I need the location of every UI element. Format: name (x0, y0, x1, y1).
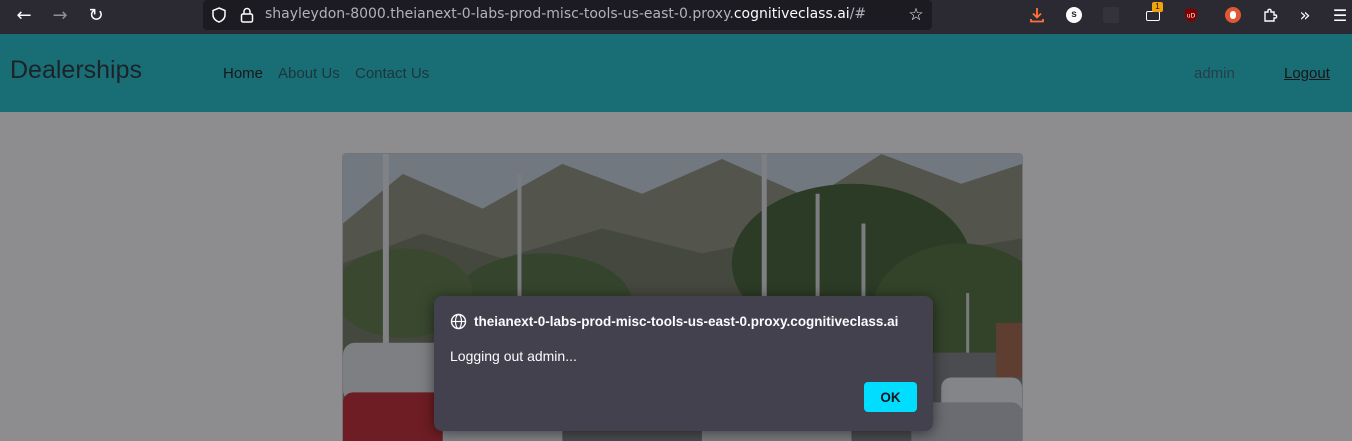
hamburger-menu-icon[interactable]: ☰ (1330, 5, 1350, 25)
extension-placeholder-icon[interactable] (1101, 5, 1121, 25)
logout-alert-dialog: theianext-0-labs-prod-misc-tools-us-east… (434, 296, 933, 431)
svg-text:uD: uD (1187, 13, 1196, 20)
dialog-origin: theianext-0-labs-prod-misc-tools-us-east… (474, 314, 899, 329)
url-text: shayleydon-8000.theianext-0-labs-prod-mi… (265, 6, 867, 22)
tracking-protection-icon[interactable] (210, 6, 228, 24)
extension-notes-icon[interactable]: 1 (1143, 2, 1163, 25)
duckduckgo-icon[interactable] (1223, 5, 1243, 25)
globe-icon (450, 313, 467, 330)
browser-toolbar: ← → ↻ shayleydon-8000.theianext-0-labs-p… (0, 0, 1352, 34)
lock-icon[interactable] (239, 6, 255, 24)
overflow-menu-icon[interactable]: » (1295, 5, 1315, 26)
extension-badge: 1 (1152, 2, 1163, 12)
bookmark-star-icon[interactable]: ☆ (906, 5, 926, 25)
extensions-puzzle-icon[interactable] (1260, 5, 1280, 25)
back-icon[interactable]: ← (7, 0, 41, 30)
ok-button[interactable]: OK (864, 382, 917, 412)
dialog-message: Logging out admin... (450, 348, 577, 364)
extension-s-icon[interactable]: s (1064, 5, 1084, 25)
forward-icon[interactable]: → (43, 0, 77, 30)
reload-icon[interactable]: ↻ (79, 0, 113, 30)
downloads-icon[interactable] (1027, 5, 1047, 25)
address-bar[interactable]: shayleydon-8000.theianext-0-labs-prod-mi… (203, 0, 932, 30)
ublock-icon[interactable]: uD (1181, 5, 1201, 25)
